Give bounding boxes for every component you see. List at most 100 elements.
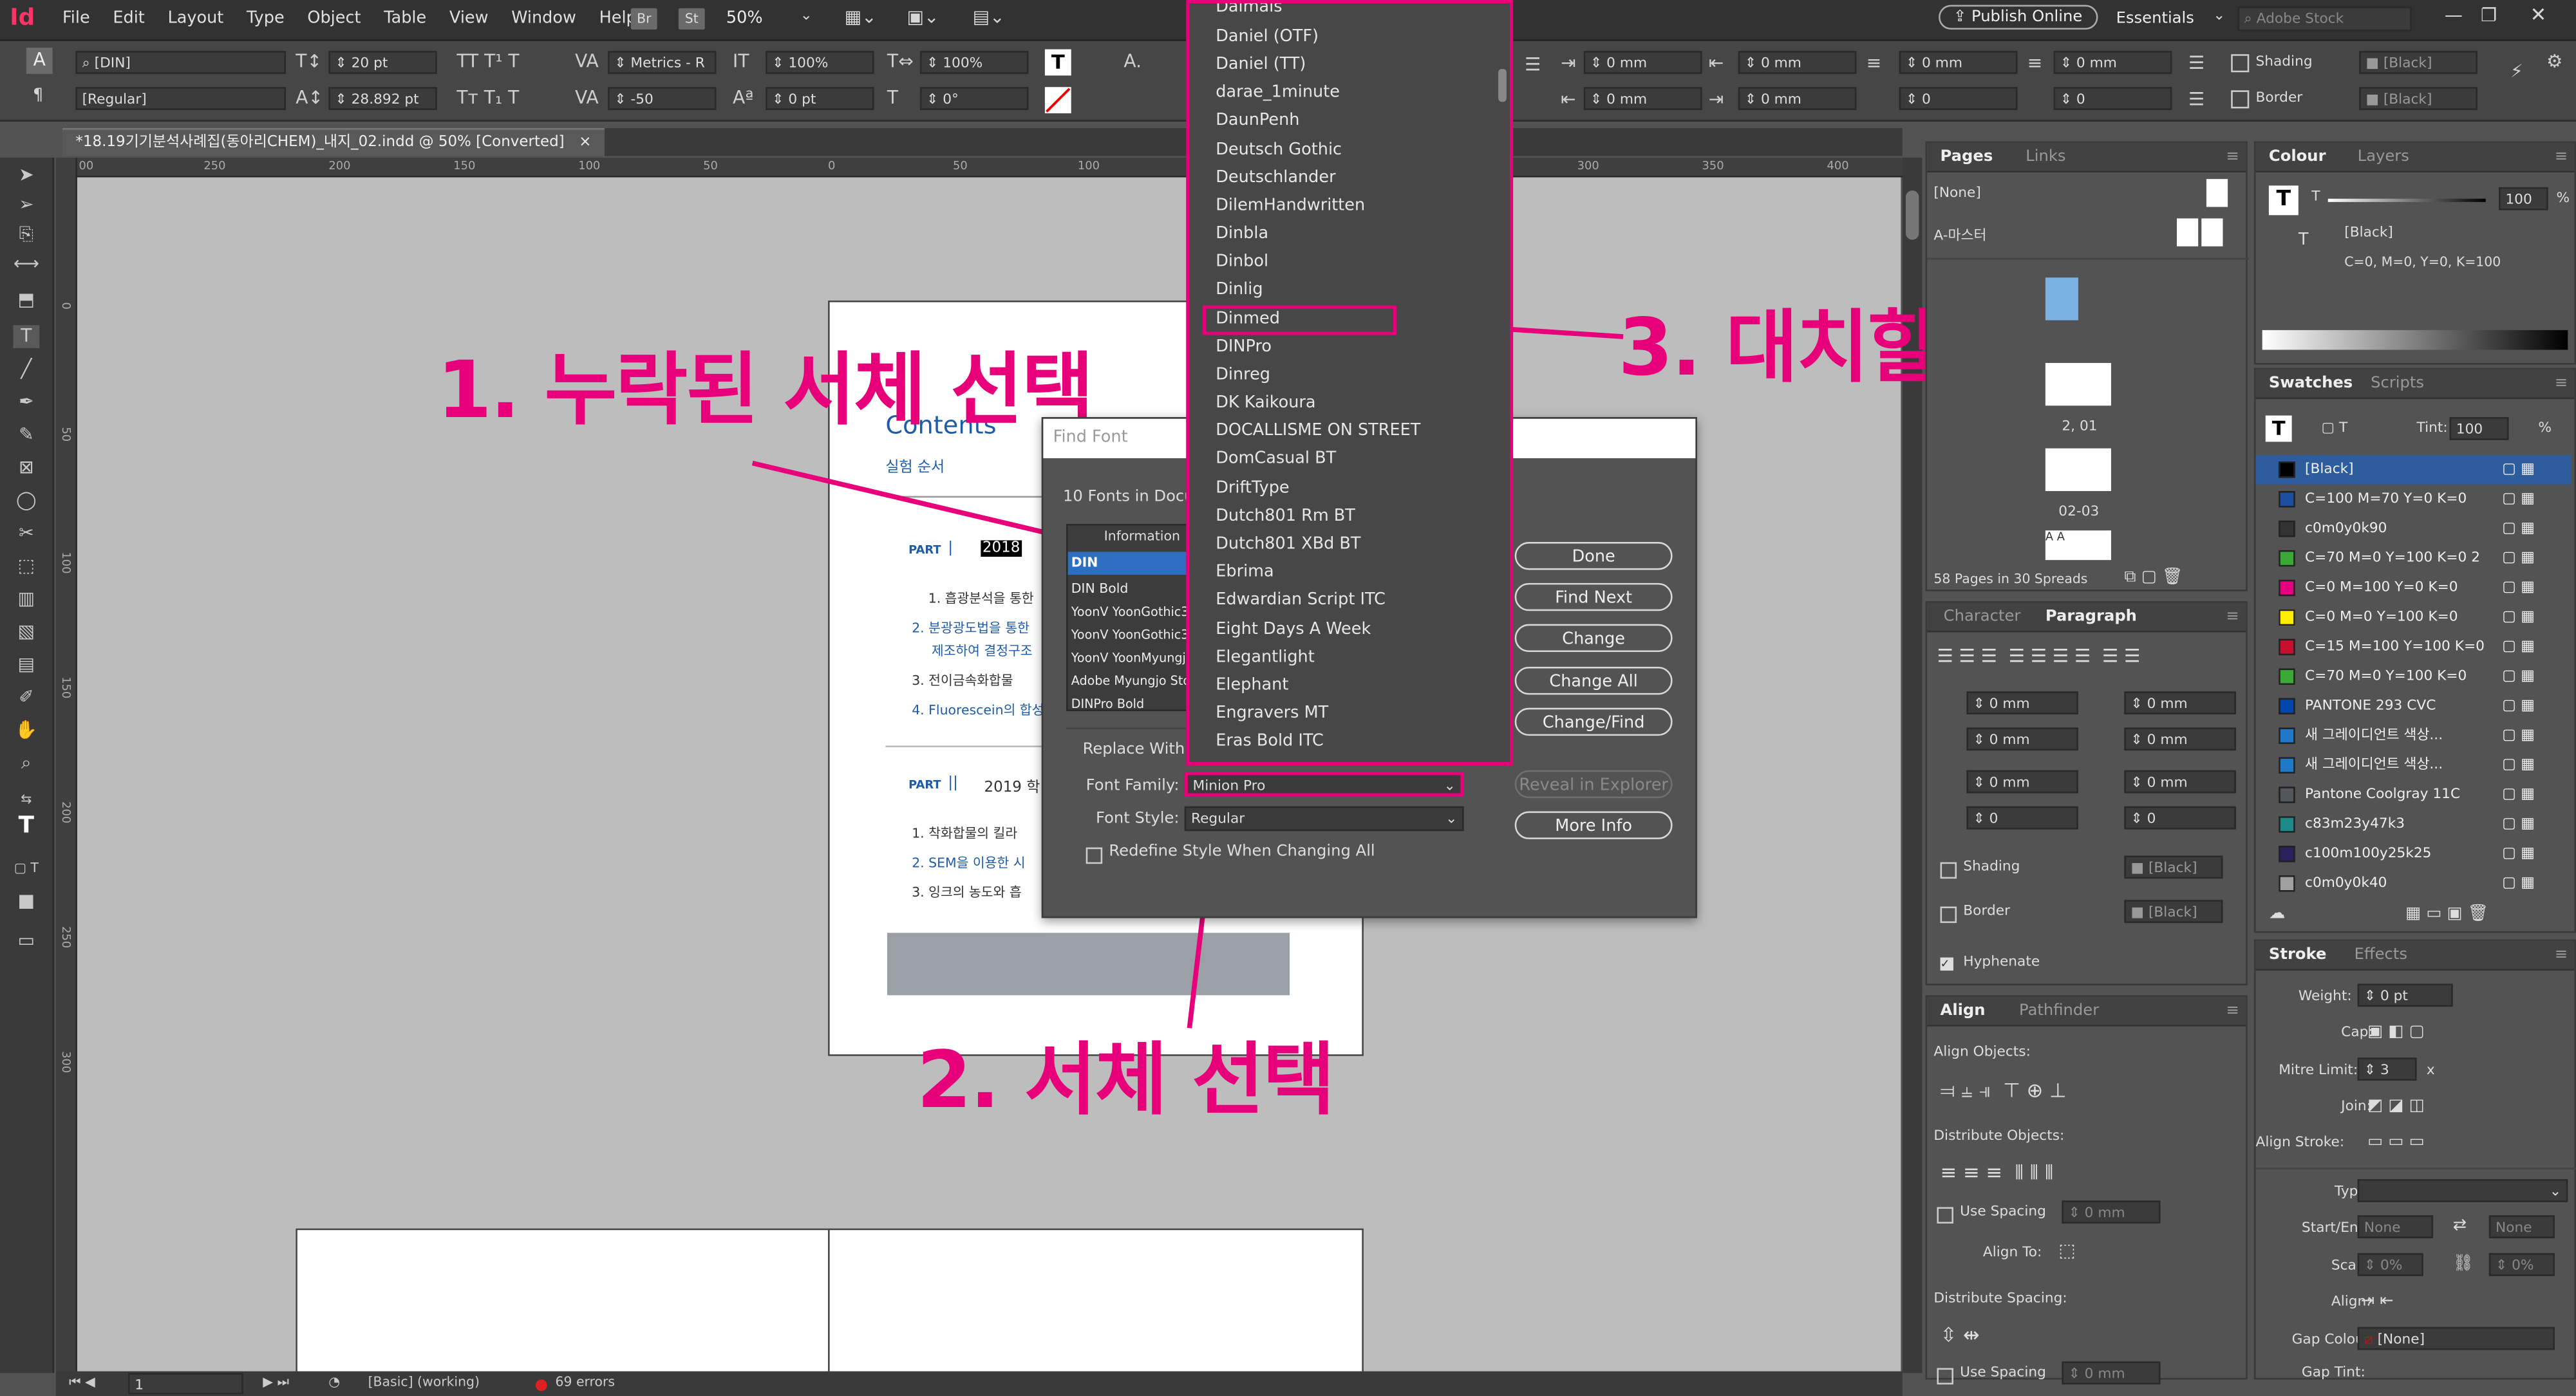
swatch-item[interactable]: c100m100y25k25 ▢ ▦ [2255, 839, 2571, 869]
font-option[interactable]: DaunPenh [1216, 112, 1299, 130]
panel-menu-icon[interactable]: ≡ [2555, 946, 2568, 964]
done-button[interactable]: Done [1514, 542, 1673, 570]
mitre-field[interactable]: ⇕ 3 [2357, 1057, 2417, 1081]
formatting-text-icon[interactable]: T [2299, 232, 2309, 250]
font-option[interactable]: Dinreg [1216, 366, 1270, 384]
font-option[interactable]: DriftType [1216, 479, 1289, 498]
font-option[interactable]: Eight Days A Week [1216, 621, 1371, 639]
swatch-item[interactable]: c0m0y0k90 ▢ ▦ [2255, 514, 2571, 544]
font-option[interactable]: Engravers MT [1216, 705, 1328, 723]
tint-field[interactable]: 100 [2499, 187, 2548, 210]
font-family-dropdown[interactable]: Dalmais Daniel (OTF) Daniel (TT) darae_1… [1186, 0, 1514, 766]
para-border-checkbox[interactable] [1940, 906, 1957, 924]
pages-footer-icons[interactable]: ⧉ ▢ 🗑 [2124, 568, 2183, 586]
font-list-item[interactable]: YoonV YoonGothic3 [1071, 604, 1189, 619]
font-option[interactable]: Dinbla [1216, 225, 1268, 243]
font-option[interactable]: Edwardian Script ITC [1216, 591, 1386, 610]
font-list-item-selected[interactable]: DIN [1067, 552, 1203, 575]
swatch-item[interactable]: Pantone Coolgray 11C ▢ ▦ [2255, 780, 2571, 810]
font-option[interactable]: DomCasual BT [1216, 450, 1336, 468]
swatch-fill-icon[interactable]: T [2265, 415, 2292, 442]
tab-effects[interactable]: Effects [2355, 946, 2407, 964]
a-master[interactable]: A-마스터 [1933, 225, 1986, 245]
join-icons[interactable]: ◩ ◪ ◫ [2367, 1097, 2425, 1115]
para-border-color[interactable]: ■ [Black] [2124, 900, 2223, 924]
para-shading-checkbox[interactable] [1940, 862, 1957, 879]
font-option[interactable]: Daniel (OTF) [1216, 28, 1319, 46]
tint-slider[interactable] [2327, 198, 2486, 202]
font-list-item[interactable]: YoonV YoonGothic3 [1071, 628, 1189, 642]
swatch-item[interactable]: 새 그레이디언트 색상... ▢ ▦ [2255, 721, 2571, 750]
para-space-after[interactable]: ⇕ 0 mm [2124, 770, 2236, 794]
distribute-objects-icons[interactable]: ≡ ≡ ≡ ⦀ ⦀ ⦀ [1941, 1161, 2054, 1186]
para-space-before[interactable]: ⇕ 0 mm [1966, 770, 2078, 794]
link-scale-icon[interactable]: ⛓ [2453, 1254, 2474, 1272]
use-spacing-checkbox-2[interactable] [1937, 1368, 1953, 1385]
tab-character[interactable]: Character [1944, 608, 2021, 626]
colour-fill-icon[interactable]: T [2268, 185, 2299, 216]
distribute-spacing-icons[interactable]: ⇳ ⇹ [1941, 1324, 1980, 1347]
tab-layers[interactable]: Layers [2358, 148, 2409, 166]
swatch-item[interactable]: c83m23y47k3 ▢ ▦ [2255, 810, 2571, 839]
redefine-style-checkbox[interactable] [1086, 847, 1103, 864]
hyphenate-checkbox[interactable]: ✓ [1940, 957, 1953, 971]
font-option[interactable]: Deutschlander [1216, 169, 1335, 187]
swatch-item[interactable]: 새 그레이디언트 색상... ▢ ▦ [2255, 750, 2571, 780]
tab-colour[interactable]: Colour [2269, 148, 2326, 166]
font-option[interactable]: Dutch801 Rm BT [1216, 507, 1355, 525]
swatch-tint-field[interactable]: 100 [2449, 417, 2509, 440]
para-drop-cap-chars[interactable]: ⇕ 0 [2124, 806, 2236, 830]
tab-pages[interactable]: Pages [1941, 148, 1993, 166]
spacing-field-2[interactable]: ⇕ 0 mm [2062, 1361, 2161, 1385]
font-option[interactable]: darae_1minute [1216, 84, 1340, 102]
font-option[interactable]: Dalmais [1216, 3, 1282, 16]
master-thumb-left[interactable] [2177, 218, 2199, 247]
font-option[interactable]: Elephant [1216, 676, 1288, 694]
font-option[interactable]: Elegantlight [1216, 649, 1315, 667]
panel-menu-icon[interactable]: ≡ [2226, 608, 2239, 626]
font-list-item[interactable]: YoonV YoonMyungj [1071, 650, 1186, 665]
paragraph-align-icons[interactable]: ☰ ☰ ☰ ☰ ☰ ☰ ☰ ☰ ☰ [1937, 646, 2140, 667]
font-list[interactable]: Information DIN DIN Bold YoonV YoonGothi… [1066, 523, 1205, 711]
swatch-item[interactable]: [Black] ▢ ▦ [2255, 454, 2571, 485]
replace-font-style-select[interactable]: Regular ⌄ [1184, 806, 1464, 832]
panel-menu-icon[interactable]: ≡ [2226, 1002, 2239, 1020]
font-option[interactable]: DK Kaikoura [1216, 394, 1315, 412]
reveal-in-explorer-button[interactable]: Reveal in Explorer [1514, 770, 1673, 799]
para-left-indent[interactable]: ⇕ 0 mm [1966, 691, 2078, 714]
page-thumb[interactable] [2045, 362, 2111, 406]
replace-font-family-select[interactable]: Minion Pro ⌄ [1184, 772, 1464, 797]
change-all-button[interactable]: Change All [1514, 666, 1673, 695]
font-option[interactable]: Deutsch Gothic [1216, 141, 1342, 159]
cap-icons[interactable]: ▣ ◧ ▢ [2367, 1023, 2425, 1041]
master-thumb-right[interactable] [2201, 218, 2223, 247]
colour-ramp[interactable] [2262, 330, 2568, 350]
start-arrow-select[interactable]: None [2357, 1215, 2434, 1238]
dropdown-scroll-thumb[interactable] [1498, 69, 1507, 102]
font-list-item[interactable]: DIN Bold [1071, 581, 1129, 596]
arrow-align-icons[interactable]: ⇥ ⇤ [2361, 1292, 2394, 1310]
swatch-item[interactable]: PANTONE 293 CVC ▢ ▦ [2255, 691, 2571, 721]
page-thumb[interactable] [2045, 448, 2111, 491]
para-shading-color[interactable]: ■ [Black] [2124, 855, 2223, 879]
find-next-button[interactable]: Find Next [1514, 582, 1673, 611]
swatch-footer-icons[interactable]: ☁ ▦ ▭ ▣ 🗑 [2269, 905, 2488, 923]
para-right-indent[interactable]: ⇕ 0 mm [2124, 691, 2236, 714]
stroke-type-select[interactable]: ⌄ [2357, 1179, 2568, 1202]
panel-menu-icon[interactable]: ≡ [2226, 148, 2239, 166]
swatch-item[interactable]: C=70 M=0 Y=100 K=0 ▢ ▦ [2255, 662, 2571, 691]
panel-menu-icon[interactable]: ≡ [2555, 375, 2568, 393]
more-info-button[interactable]: More Info [1514, 811, 1673, 839]
spacing-field[interactable]: ⇕ 0 mm [2062, 1200, 2161, 1224]
gap-colour-select[interactable]: ⧄ [None] [2357, 1326, 2555, 1350]
align-stroke-icons[interactable]: ▭ ▭ ▭ [2367, 1133, 2425, 1151]
font-option[interactable]: Daniel (TT) [1216, 56, 1306, 74]
tab-swatches[interactable]: Swatches [2269, 375, 2353, 393]
none-master[interactable]: [None] [1933, 185, 1981, 202]
font-list-item[interactable]: DINPro Bold [1071, 696, 1144, 711]
tab-scripts[interactable]: Scripts [2371, 375, 2424, 393]
tab-align[interactable]: Align [1941, 1002, 1986, 1020]
font-option[interactable]: Dutch801 XBd BT [1216, 535, 1360, 554]
font-list-item[interactable]: Adobe Myungjo Std [1071, 673, 1191, 688]
font-option[interactable]: DINPro [1216, 339, 1272, 357]
